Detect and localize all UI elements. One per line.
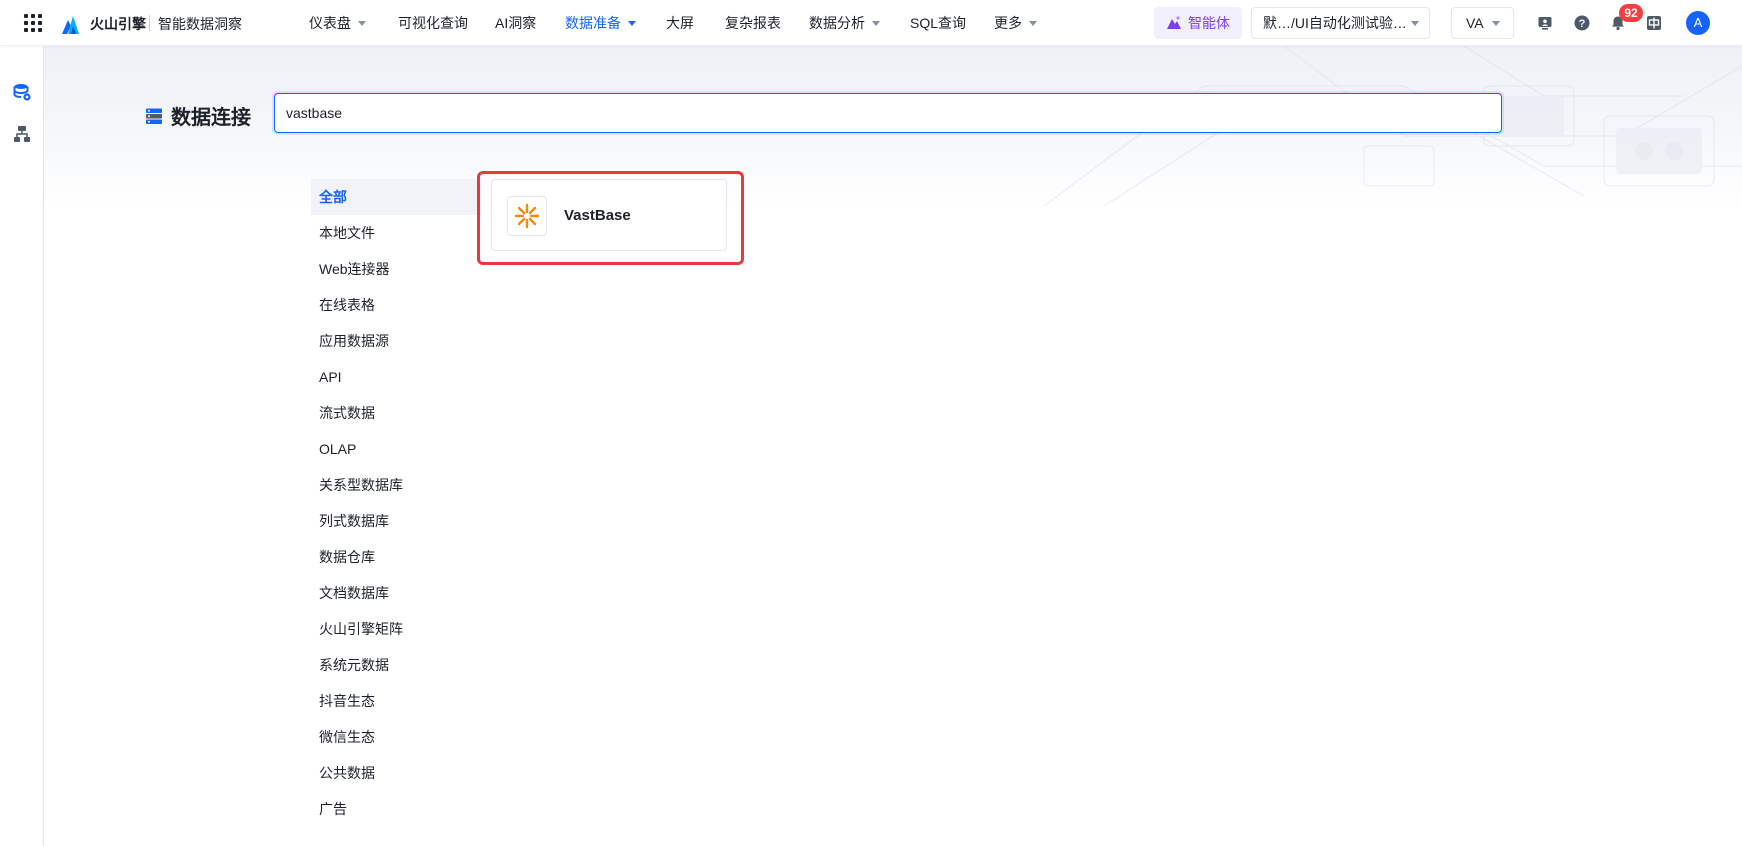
category-data-warehouse[interactable]: 数据仓库 <box>311 539 481 575</box>
nav-more[interactable]: 更多 <box>994 0 1037 46</box>
category-api[interactable]: API <box>311 359 481 395</box>
category-streaming[interactable]: 流式数据 <box>311 395 481 431</box>
language-switch-icon[interactable] <box>1644 13 1664 33</box>
user-space-value: VA <box>1466 15 1484 31</box>
project-select[interactable]: 默…/UI自动化测试验… <box>1251 7 1430 39</box>
category-local-file[interactable]: 本地文件 <box>311 215 481 251</box>
top-navigation-bar: 火山引擎 智能数据洞察 仪表盘 可视化查询 AI洞察 数据准备 大屏 复杂报表 … <box>0 0 1742 46</box>
notification-badge: 92 <box>1619 4 1643 22</box>
category-ads[interactable]: 广告 <box>311 791 481 827</box>
monitor-icon[interactable] <box>1535 13 1555 33</box>
nav-visual-query[interactable]: 可视化查询 <box>398 0 468 46</box>
category-app-datasource[interactable]: 应用数据源 <box>311 323 481 359</box>
connector-name: VastBase <box>564 207 631 224</box>
category-volcengine-matrix[interactable]: 火山引擎矩阵 <box>311 611 481 647</box>
page-title-text: 数据连接 <box>171 107 251 129</box>
nav-dashboard[interactable]: 仪表盘 <box>309 0 366 46</box>
database-connection-icon[interactable] <box>10 80 34 104</box>
chevron-down-icon <box>1029 20 1037 26</box>
user-space-select[interactable]: VA <box>1451 7 1514 39</box>
category-douyin[interactable]: 抖音生态 <box>311 683 481 719</box>
category-document-db[interactable]: 文档数据库 <box>311 575 481 611</box>
data-connection-title-icon <box>146 108 162 124</box>
category-relational-db[interactable]: 关系型数据库 <box>311 467 481 503</box>
brand-name[interactable]: 火山引擎 <box>90 14 146 34</box>
app-launcher-icon[interactable] <box>24 14 42 32</box>
category-web-connector[interactable]: Web连接器 <box>311 251 481 287</box>
agent-mountain-icon <box>1167 16 1181 29</box>
svg-text:?: ? <box>1579 18 1586 30</box>
avatar[interactable]: A <box>1686 11 1710 35</box>
chevron-down-icon <box>358 20 366 26</box>
vastbase-logo-icon <box>507 196 547 236</box>
nav-complex-report[interactable]: 复杂报表 <box>725 0 781 46</box>
volcengine-logo-icon <box>62 16 79 34</box>
category-all[interactable]: 全部 <box>311 179 481 215</box>
category-olap[interactable]: OLAP <box>311 431 481 467</box>
agent-label: 智能体 <box>1188 15 1230 31</box>
project-select-value: 默…/UI自动化测试验… <box>1263 15 1407 31</box>
nav-ai-insight[interactable]: AI洞察 <box>495 0 536 46</box>
agent-button[interactable]: 智能体 <box>1154 7 1242 39</box>
page-title: 数据连接 <box>145 101 251 130</box>
main-content: 数据连接 全部 本地文件 Web连接器 在线表格 应用数据源 API 流式数据 … <box>44 46 1742 846</box>
category-system-metadata[interactable]: 系统元数据 <box>311 647 481 683</box>
category-columnar-db[interactable]: 列式数据库 <box>311 503 481 539</box>
left-rail <box>0 46 44 846</box>
connector-card-vastbase[interactable]: VastBase <box>491 179 727 251</box>
category-wechat[interactable]: 微信生态 <box>311 719 481 755</box>
category-list: 全部 本地文件 Web连接器 在线表格 应用数据源 API 流式数据 OLAP … <box>311 179 481 827</box>
chevron-down-icon <box>1411 21 1419 26</box>
help-icon[interactable]: ? <box>1572 13 1592 33</box>
product-name[interactable]: 智能数据洞察 <box>158 14 242 34</box>
nav-data-analysis[interactable]: 数据分析 <box>809 0 880 46</box>
nav-sql-query[interactable]: SQL查询 <box>910 0 966 46</box>
search-input[interactable] <box>274 93 1502 133</box>
data-model-icon[interactable] <box>10 122 34 146</box>
chevron-down-icon <box>1492 21 1500 26</box>
category-online-sheet[interactable]: 在线表格 <box>311 287 481 323</box>
chevron-down-icon <box>872 20 880 26</box>
category-public-data[interactable]: 公共数据 <box>311 755 481 791</box>
nav-data-prep[interactable]: 数据准备 <box>565 0 636 46</box>
nav-big-screen[interactable]: 大屏 <box>666 0 694 46</box>
chevron-down-icon <box>628 20 636 26</box>
brand-divider <box>149 15 150 31</box>
